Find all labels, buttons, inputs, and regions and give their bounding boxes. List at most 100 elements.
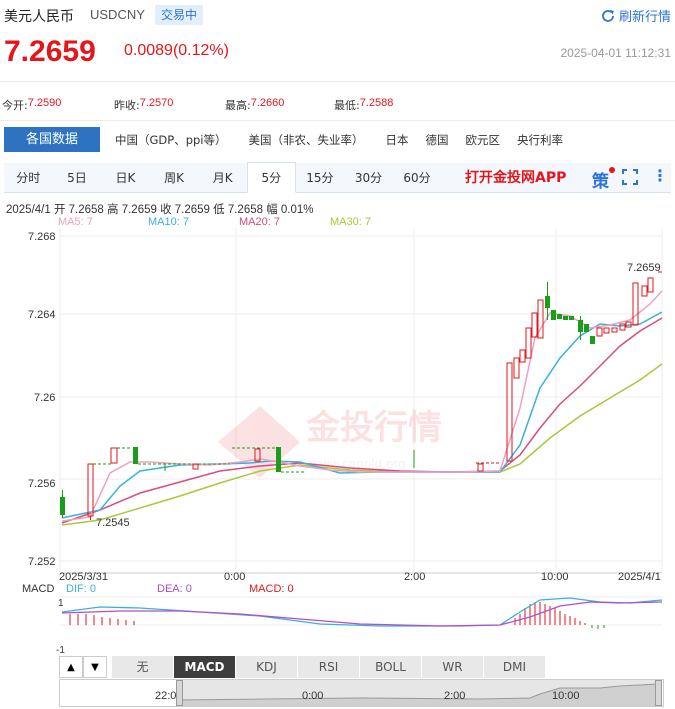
min-price-label: 7.2545	[96, 517, 130, 529]
tab-eurozone[interactable]: 欧元区	[466, 132, 501, 148]
tab-5day[interactable]: 5日	[53, 163, 102, 193]
dif-legend: DIF: 0	[66, 583, 96, 595]
navigator-left-handle[interactable]	[176, 680, 183, 706]
instrument-code: USDCNY	[90, 7, 145, 22]
y-tick-label: 7.264	[28, 309, 56, 321]
stat-value: 7.2588	[359, 97, 394, 109]
tab-intraday[interactable]: 分时	[4, 163, 53, 193]
tab-country-data[interactable]: 各国数据	[4, 127, 100, 152]
macd-title: MACD	[22, 583, 54, 595]
more-icon[interactable]: ⋮	[652, 166, 668, 185]
tab-usa[interactable]: 美国（非农、失业率）	[249, 132, 364, 148]
stats-divider	[0, 120, 675, 121]
x-tick-label: 2025/3/31	[59, 571, 108, 583]
macd-y-tick: 1	[58, 598, 64, 609]
kline-chart[interactable]: 7.268 7.264 7.26 7.256 7.252 金投行情 www.cn…	[0, 228, 675, 658]
ma5-line	[61, 290, 663, 522]
candle	[632, 282, 639, 326]
tab-germany[interactable]: 德国	[426, 132, 449, 148]
trading-status-badge: 交易中	[155, 5, 204, 25]
ohlc-readout: 2025/4/1 开 7.2658 高 7.2659 收 7.2659 低 7.…	[6, 204, 314, 216]
tab-wr[interactable]: WR	[422, 656, 484, 678]
dea-legend: DEA: 0	[157, 583, 192, 595]
candle	[590, 336, 595, 344]
price-change: 0.0089(0.12%)	[124, 42, 229, 59]
macd-legend: MACD: 0	[249, 583, 294, 595]
strategy-icon[interactable]: 策	[592, 167, 609, 192]
range-navigator[interactable]: 22:00 0:00 2:00 10:00	[59, 679, 664, 707]
tab-china[interactable]: 中国（GDP、ppi等）	[115, 132, 227, 148]
candle	[563, 316, 568, 320]
y-tick-label: 7.26	[34, 392, 55, 404]
ma20-label: MA20: 7	[239, 216, 280, 228]
candle	[557, 314, 562, 319]
tab-boll[interactable]: BOLL	[360, 656, 422, 678]
tab-15min[interactable]: 15分	[296, 163, 345, 193]
open-app-link[interactable]: 打开金投网APP	[465, 163, 566, 193]
tab-30min[interactable]: 30分	[344, 163, 393, 193]
candle	[519, 349, 526, 363]
dif-line	[61, 597, 663, 627]
tab-60min[interactable]: 60分	[393, 163, 442, 193]
x-tick-label: 2:00	[404, 571, 425, 583]
period-tabs: 分时 5日 日K 周K 月K 5分 15分 30分 60分 打开金投网APP 策…	[4, 162, 671, 193]
instrument-name: 美元人民币	[4, 9, 74, 25]
y-tick-label: 7.268	[28, 231, 56, 243]
quote-stats: 今开: 7.2590 昨收: 7.2570 最高: 7.2660 最低: 7.2588	[2, 97, 393, 113]
candle	[641, 285, 648, 297]
max-price-label: 7.2659	[627, 262, 661, 274]
macd-y-tick: -1	[56, 645, 65, 656]
tab-weekly-k[interactable]: 周K	[150, 163, 199, 193]
quote-timestamp: 2025-04-01 11:12:31	[560, 46, 671, 60]
candle	[611, 327, 618, 333]
candle	[110, 447, 118, 464]
candle	[578, 320, 583, 332]
tab-daily-k[interactable]: 日K	[101, 163, 150, 193]
navigator-label: 10:00	[552, 690, 580, 702]
candle	[513, 357, 520, 379]
stat-value: 7.2660	[250, 97, 285, 109]
candles	[60, 271, 662, 520]
navigator-right-handle[interactable]	[655, 680, 662, 706]
refresh-icon	[602, 9, 614, 22]
tab-rsi[interactable]: RSI	[298, 656, 360, 678]
tab-japan[interactable]: 日本	[386, 132, 409, 148]
candle	[647, 277, 654, 293]
tab-central-bank-rates[interactable]: 央行利率	[517, 132, 563, 148]
tab-dmi[interactable]: DMI	[484, 656, 546, 678]
current-price: 7.2659	[4, 35, 96, 68]
stat-value: 7.2570	[139, 97, 174, 109]
tab-kdj[interactable]: KDJ	[236, 656, 298, 678]
refresh-button[interactable]: 刷新行情	[601, 6, 671, 25]
candle	[531, 312, 538, 338]
stat-low: 最低: 7.2588	[334, 97, 393, 113]
ma5-label: MA5: 7	[58, 216, 93, 228]
scroll-down-button[interactable]: ▼	[83, 656, 107, 678]
candle	[133, 447, 138, 464]
y-tick-label: 7.252	[28, 556, 56, 568]
macd-histogram-neg	[591, 625, 605, 629]
ma10-label: MA10: 7	[148, 216, 189, 228]
candle	[525, 327, 532, 359]
tab-none[interactable]: 无	[112, 656, 174, 678]
dea-line	[61, 601, 663, 627]
candle	[551, 310, 556, 320]
navigator-label: 0:00	[302, 690, 324, 702]
header-divider	[0, 81, 675, 82]
watermark-text: 金投行情	[305, 408, 442, 448]
refresh-label: 刷新行情	[618, 10, 671, 25]
stat-label: 最低:	[334, 99, 360, 112]
stat-label: 最高:	[225, 99, 251, 112]
tab-5min[interactable]: 5分	[246, 162, 296, 193]
tab-monthly-k[interactable]: 月K	[198, 163, 247, 193]
scroll-up-button[interactable]: ▲	[59, 656, 83, 678]
tab-macd[interactable]: MACD	[174, 656, 236, 678]
candle	[596, 327, 603, 337]
fullscreen-icon[interactable]	[622, 169, 638, 185]
candle	[569, 316, 574, 320]
notification-dot	[609, 167, 615, 173]
candle	[477, 463, 484, 472]
x-tick-label: 0:00	[224, 571, 245, 583]
candle	[87, 463, 94, 517]
x-tick-label: 2025/4/1	[618, 571, 661, 583]
